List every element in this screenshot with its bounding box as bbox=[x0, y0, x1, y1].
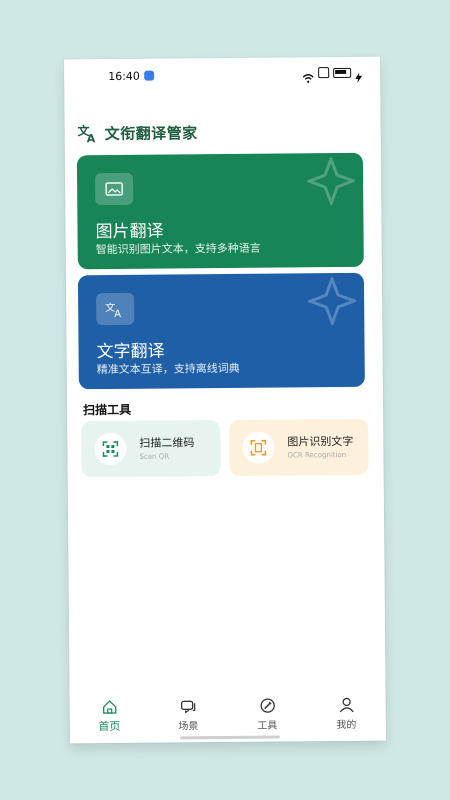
card-subtitle: 智能识别图片文本，支持多种语言 bbox=[95, 241, 261, 257]
ocr-frame-icon bbox=[242, 431, 275, 464]
section-title: 扫描工具 bbox=[83, 402, 132, 418]
sim-icon bbox=[318, 67, 330, 79]
tab-tools[interactable]: 工具 bbox=[237, 697, 297, 732]
svg-text:A: A bbox=[114, 309, 121, 318]
card-subtitle: 精准文本互译，支持离线词典 bbox=[96, 361, 240, 377]
tool-name: 图片识别文字 bbox=[287, 434, 354, 449]
phone-screen: 16:40 文 A 文衔翻译管家 图片翻译 智能识别图片文本，支持多种语言 文 … bbox=[64, 56, 386, 744]
tab-label: 场景 bbox=[178, 721, 199, 733]
charging-icon bbox=[355, 67, 363, 83]
translate-logo-icon: 文 A bbox=[78, 123, 96, 144]
notification-icon bbox=[144, 70, 155, 81]
tab-scene[interactable]: 场景 bbox=[158, 698, 218, 733]
star-decoration-icon bbox=[306, 156, 356, 206]
scan-qr-button[interactable]: 扫描二维码 Scan QR bbox=[81, 420, 221, 478]
tool-icon bbox=[260, 698, 275, 713]
user-icon bbox=[339, 697, 354, 713]
tab-label: 我的 bbox=[336, 719, 357, 732]
app-title: 文衔翻译管家 bbox=[104, 123, 198, 143]
tab-me[interactable]: 我的 bbox=[316, 697, 376, 732]
text-translate-card[interactable]: 文 A 文字翻译 精准文本互译，支持离线词典 bbox=[77, 272, 365, 390]
tool-name: 扫描二维码 bbox=[139, 436, 195, 450]
translate-icon: 文 A bbox=[96, 292, 135, 326]
ocr-button[interactable]: 图片识别文字 OCR Recognition bbox=[229, 418, 369, 476]
status-time: 16:40 bbox=[108, 69, 140, 84]
chat-icon bbox=[180, 700, 195, 714]
image-icon bbox=[95, 172, 134, 206]
wifi-icon bbox=[302, 68, 314, 83]
tab-label: 工具 bbox=[257, 720, 278, 732]
home-icon bbox=[102, 700, 116, 714]
card-title: 图片翻译 bbox=[95, 221, 164, 243]
card-title: 文字翻译 bbox=[96, 341, 165, 363]
battery-icon bbox=[333, 67, 352, 78]
app-header: 文 A 文衔翻译管家 bbox=[77, 121, 198, 144]
image-translate-card[interactable]: 图片翻译 智能识别图片文本，支持多种语言 bbox=[76, 152, 364, 270]
star-decoration-icon bbox=[307, 276, 357, 326]
tool-subtitle: Scan QR bbox=[139, 452, 170, 461]
tool-subtitle: OCR Recognition bbox=[287, 450, 347, 460]
svg-text:A: A bbox=[87, 132, 96, 144]
tab-home[interactable]: 首页 bbox=[79, 699, 139, 735]
status-bar: 16:40 bbox=[64, 57, 380, 94]
status-icons bbox=[302, 67, 363, 83]
qr-scan-icon bbox=[94, 432, 127, 466]
tab-label: 首页 bbox=[98, 719, 121, 734]
